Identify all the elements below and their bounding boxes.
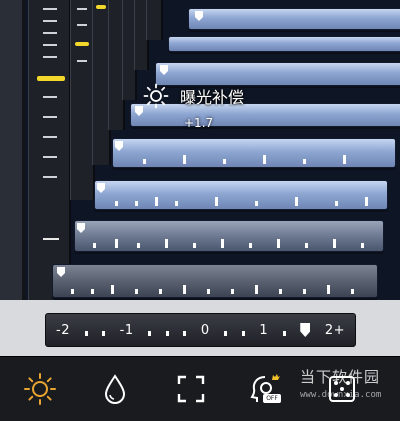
watermark-text: 当下软件园 [300,368,381,386]
white-balance-button[interactable] [97,371,133,407]
focus-frame-icon [177,375,205,403]
ev-plank-front-2 [52,264,378,298]
drop-icon [104,374,126,404]
scale-label-2-plus: 2+ [324,322,345,338]
scale-label-1: 1 [259,322,269,338]
scale-label-0: 0 [200,322,210,338]
focus-button[interactable] [173,371,209,407]
ev-plank-mid-1 [112,138,396,168]
ev-plank-back-1 [188,8,400,30]
ev-plank-mid-2 [94,180,388,210]
left-rail [0,0,23,300]
ev-plank-back-2 [168,36,400,52]
exposure-label: 曝光补偿 [180,88,245,107]
selected-tick [37,76,65,81]
exposure-value: +1.7 [184,116,214,130]
vertical-slider-1 [28,0,71,300]
ev-plank-front-1 [74,220,384,252]
watermark-url: www.downxia.com [300,390,382,400]
scale-label-minus-2: -2 [56,322,70,338]
hdr-off-badge: OFF [263,394,281,403]
vertical-slider-7 [146,0,163,40]
scale-handle[interactable] [300,323,311,337]
ev-plank-back-4 [130,103,400,127]
sun-icon [24,373,56,405]
exposure-button[interactable] [22,371,58,407]
ev-slider-3d-view[interactable]: 曝光补偿 +1.7 [0,0,400,300]
exposure-scale-slider[interactable]: -2 -1 0 1 2+ [45,313,356,347]
sun-icon [143,83,169,109]
ev-plank-back-3 [155,62,400,86]
left-rail-edge [22,0,25,300]
scale-label-minus-1: -1 [119,322,134,338]
